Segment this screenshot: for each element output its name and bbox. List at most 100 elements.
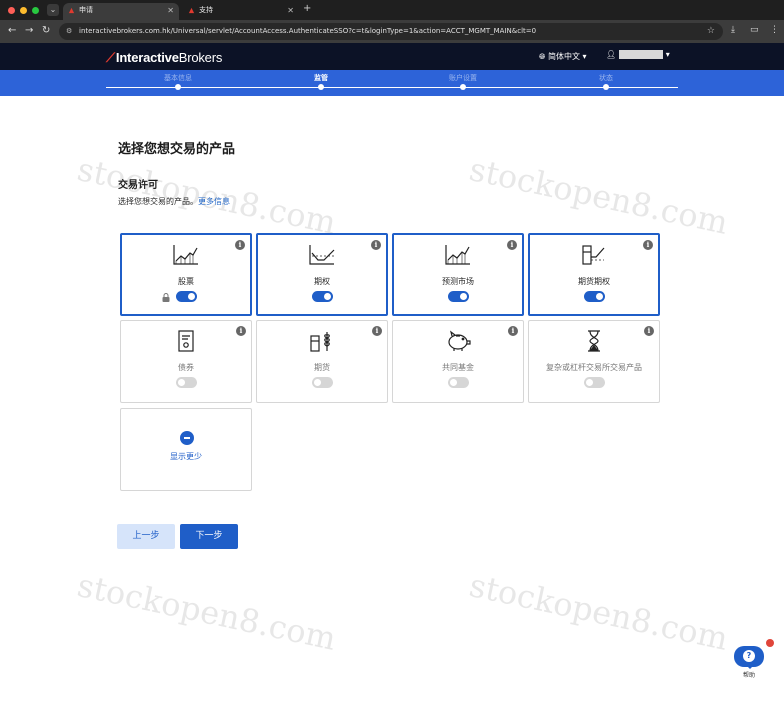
menu-kebab-icon[interactable]: ⋮	[770, 25, 779, 35]
forward-arrow-icon[interactable]: →	[25, 25, 33, 37]
interactive-brokers-logo[interactable]: ⟋InteractiveBrokers	[106, 50, 222, 66]
futures-wheat-icon	[257, 329, 387, 355]
back-arrow-icon[interactable]: ←	[8, 25, 16, 37]
language-label: 简体中文	[547, 52, 580, 61]
section-description: 选择您想交易的产品。更多信息	[118, 196, 230, 207]
next-button[interactable]: 下一步	[180, 524, 238, 549]
step-account-setup-label: 账户设置	[449, 74, 477, 82]
product-label: 期货	[314, 363, 330, 372]
hourglass-icon	[529, 329, 659, 355]
ib-favicon-icon	[68, 7, 75, 14]
watermark: stockopen8.com	[466, 566, 732, 658]
product-label: 共同基金	[442, 363, 474, 372]
logo-text-bold: Interactive	[115, 50, 179, 65]
show-less-label: 显示更少	[170, 452, 202, 461]
product-label: 期货期权	[578, 277, 610, 286]
product-label: 复杂或杠杆交易所交易产品	[546, 363, 642, 372]
product-card-complex-leveraged-etp[interactable]: i 复杂或杠杆交易所交易产品	[528, 320, 660, 403]
product-toggle[interactable]	[312, 377, 333, 388]
product-toggle[interactable]	[448, 291, 469, 302]
new-tab-icon[interactable]: +	[303, 3, 311, 14]
product-toggle[interactable]	[584, 291, 605, 302]
lock-icon	[162, 293, 170, 302]
bookmark-star-icon[interactable]: ☆	[707, 23, 715, 40]
step-dot	[318, 84, 324, 90]
step-dot	[460, 84, 466, 90]
site-header: ⟋InteractiveBrokers 🌐︎ 简体中文 ▾ 👤︎ ▾	[0, 43, 784, 70]
notification-badge	[766, 639, 774, 647]
question-mark-icon: ?	[743, 650, 755, 662]
product-card-prediction-markets[interactable]: i 预测市场	[392, 233, 524, 316]
product-toggle[interactable]	[584, 377, 605, 388]
watermark: stockopen8.com	[466, 150, 732, 242]
tab-list-chevron-icon[interactable]: ⌄	[47, 4, 59, 16]
browser-tab-support[interactable]: 支持 ✕	[183, 3, 299, 20]
product-card-bonds[interactable]: i 债券	[120, 320, 252, 403]
stock-chart-icon	[122, 243, 250, 269]
product-label: 期权	[314, 277, 330, 286]
product-label: 预测市场	[442, 277, 474, 286]
options-icon	[258, 243, 386, 269]
step-dot	[603, 84, 609, 90]
user-menu[interactable]: 👤︎ ▾	[606, 50, 670, 59]
product-label: 债券	[178, 363, 194, 372]
reload-icon[interactable]: ↻	[42, 25, 50, 37]
download-icon[interactable]: ⤓	[731, 25, 735, 35]
speech-bubble-tail	[746, 665, 754, 669]
piggy-bank-icon	[393, 329, 523, 355]
prediction-market-icon	[394, 243, 522, 269]
show-less-card[interactable]: 显示更少	[120, 408, 252, 491]
product-card-stocks[interactable]: i 股票	[120, 233, 252, 316]
user-icon: 👤︎	[606, 50, 617, 59]
more-info-link[interactable]: 更多信息	[198, 197, 230, 206]
caret-down-icon: ▾	[665, 50, 670, 59]
step-regulatory-label: 监管	[314, 74, 328, 82]
step-basic-info-label: 基本信息	[164, 74, 192, 82]
minimize-window-button[interactable]	[20, 7, 27, 14]
maximize-window-button[interactable]	[32, 7, 39, 14]
help-chat-button[interactable]: ?	[734, 646, 764, 669]
section-description-text: 选择您想交易的产品。	[118, 197, 198, 206]
bond-document-icon	[121, 329, 251, 355]
tab-title: 申请	[79, 6, 93, 14]
caret-down-icon: ▾	[582, 52, 587, 61]
user-name-redacted	[619, 50, 664, 59]
watermark: stockopen8.com	[74, 566, 340, 658]
browser-tab-apply[interactable]: 申请 ✕	[63, 3, 179, 20]
section-title: 交易许可	[118, 180, 158, 191]
extensions-icon[interactable]: ▭	[750, 25, 759, 35]
product-toggle[interactable]	[312, 291, 333, 302]
product-card-futures[interactable]: i 期货	[256, 320, 388, 403]
close-tab-icon[interactable]: ✕	[167, 3, 174, 18]
tab-bar: ⌄ 申请 ✕ 支持 ✕ +	[0, 0, 784, 20]
futures-options-icon	[530, 243, 658, 269]
globe-icon: 🌐︎	[539, 52, 546, 61]
url-text: interactivebrokers.com.hk/Universal/serv…	[79, 27, 537, 35]
browser-chrome: ⌄ 申请 ✕ 支持 ✕ + ← → ↻ ⚙ interactivebrokers…	[0, 0, 784, 43]
ib-logo-mark-icon: ⟋	[106, 50, 115, 65]
product-label: 股票	[178, 277, 194, 286]
product-toggle[interactable]	[176, 377, 197, 388]
url-bar[interactable]: ⚙ interactivebrokers.com.hk/Universal/se…	[59, 23, 723, 40]
site-info-icon[interactable]: ⚙	[66, 23, 72, 40]
stepper-line	[106, 87, 678, 88]
product-card-futures-options[interactable]: i 期货期权	[528, 233, 660, 316]
step-dot	[175, 84, 181, 90]
step-status-label: 状态	[599, 74, 613, 82]
collapse-minus-icon	[180, 431, 194, 445]
logo-text-light: Brokers	[178, 50, 223, 65]
address-bar-row: ← → ↻ ⚙ interactivebrokers.com.hk/Univer…	[0, 20, 784, 43]
help-label: 帮助	[742, 672, 755, 679]
language-selector[interactable]: 🌐︎ 简体中文 ▾	[539, 51, 587, 62]
product-toggle[interactable]	[448, 377, 469, 388]
page-title: 选择您想交易的产品	[118, 142, 236, 157]
ib-favicon-icon	[188, 7, 195, 14]
tab-title: 支持	[199, 6, 213, 14]
progress-stepper: 基本信息 监管 账户设置 状态	[0, 70, 784, 96]
back-button[interactable]: 上一步	[117, 524, 175, 549]
product-card-mutual-funds[interactable]: i 共同基金	[392, 320, 524, 403]
product-toggle[interactable]	[176, 291, 197, 302]
product-card-options[interactable]: i 期权	[256, 233, 388, 316]
close-window-button[interactable]	[8, 7, 15, 14]
close-tab-icon[interactable]: ✕	[287, 3, 294, 18]
